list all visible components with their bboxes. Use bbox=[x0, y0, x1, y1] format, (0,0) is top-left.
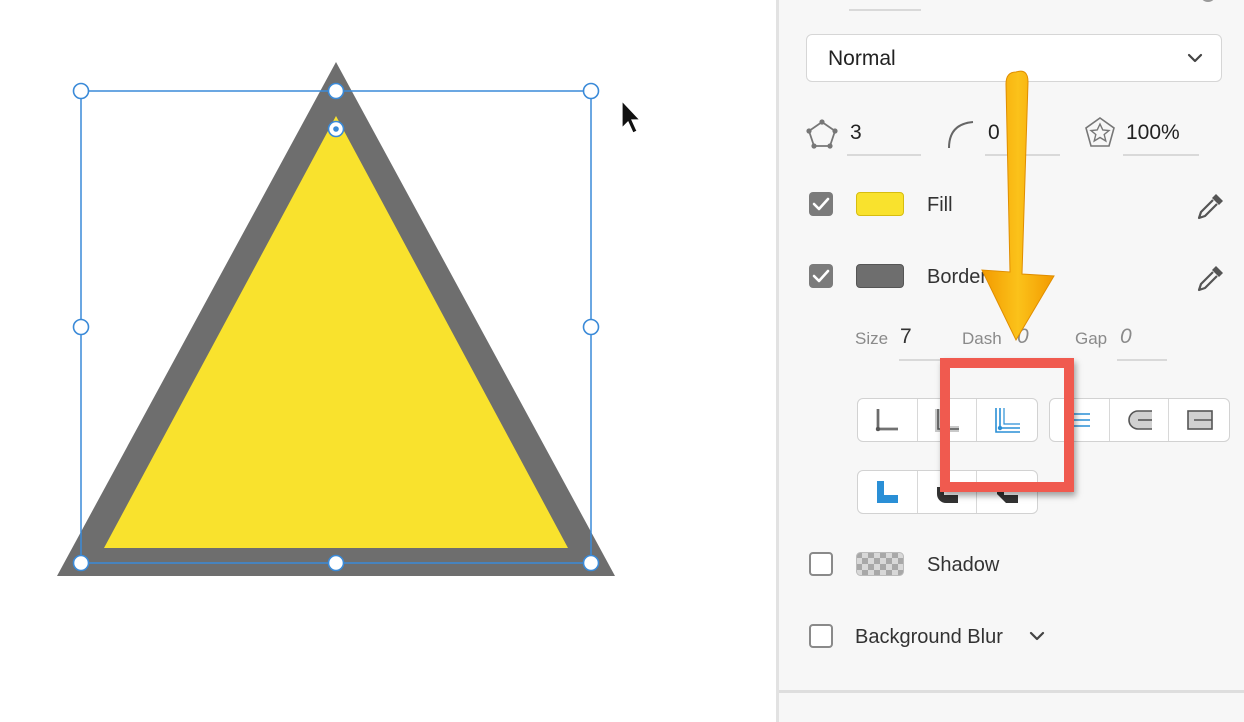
triangle-fill[interactable] bbox=[104, 116, 568, 548]
sides-underline bbox=[847, 154, 921, 156]
cap-square-button[interactable] bbox=[1169, 399, 1229, 441]
border-gap-input[interactable]: 0 bbox=[1120, 325, 1132, 349]
border-cap-control bbox=[1049, 398, 1230, 442]
corner-radius-handle-dot bbox=[333, 126, 339, 132]
checkmark-icon bbox=[812, 269, 830, 283]
border-color-swatch[interactable] bbox=[856, 264, 904, 288]
resize-handle-left[interactable] bbox=[72, 318, 90, 336]
annotation-arrow-icon bbox=[981, 70, 1055, 342]
annotation-highlight-box bbox=[940, 358, 1074, 492]
scroll-indicator-icon bbox=[1202, 0, 1214, 2]
fill-label: Fill bbox=[927, 194, 953, 216]
cap-square-icon bbox=[1187, 410, 1213, 430]
star-ratio-icon bbox=[1085, 117, 1115, 147]
border-gap-label: Gap bbox=[1075, 329, 1108, 348]
border-inside-icon bbox=[876, 409, 899, 432]
resize-handle-top-right[interactable] bbox=[582, 82, 600, 100]
background-blur-checkbox[interactable] bbox=[809, 624, 833, 648]
border-size-label: Size bbox=[855, 329, 889, 348]
shadow-swatch-checker-icon[interactable] bbox=[856, 552, 904, 576]
checkmark-icon bbox=[812, 197, 830, 211]
eyedropper-icon[interactable] bbox=[1195, 190, 1227, 222]
border-checkbox[interactable] bbox=[809, 264, 833, 288]
cap-round-icon bbox=[1128, 410, 1152, 430]
eyedropper-icon[interactable] bbox=[1195, 262, 1227, 294]
resize-handle-top[interactable] bbox=[327, 82, 345, 100]
design-canvas[interactable] bbox=[0, 0, 778, 722]
join-miter-button[interactable] bbox=[858, 471, 918, 513]
border-size-input[interactable]: 7 bbox=[900, 325, 912, 349]
fill-color-swatch[interactable] bbox=[856, 192, 904, 216]
cap-round-button[interactable] bbox=[1110, 399, 1170, 441]
resize-handle-bottom-left[interactable] bbox=[72, 554, 90, 572]
field-underline-top bbox=[849, 9, 921, 11]
chevron-down-icon[interactable] bbox=[1029, 630, 1045, 642]
star-ratio-input[interactable]: 100% bbox=[1126, 121, 1180, 145]
fill-checkbox[interactable] bbox=[809, 192, 833, 216]
mouse-cursor-icon bbox=[621, 99, 642, 134]
star-underline bbox=[1123, 154, 1199, 156]
background-blur-label: Background Blur bbox=[855, 626, 1003, 648]
shadow-checkbox[interactable] bbox=[809, 552, 833, 576]
polygon-sides-icon bbox=[806, 119, 838, 149]
blend-mode-value: Normal bbox=[828, 47, 896, 70]
resize-handle-right[interactable] bbox=[582, 318, 600, 336]
corner-radius-icon bbox=[948, 121, 974, 149]
border-inside-button[interactable] bbox=[858, 399, 918, 441]
canvas-artwork bbox=[57, 62, 642, 576]
panel-divider bbox=[779, 690, 1244, 693]
polygon-sides-input[interactable]: 3 bbox=[850, 121, 862, 145]
join-miter-icon bbox=[877, 481, 899, 503]
gap-underline bbox=[1117, 359, 1167, 361]
resize-handle-bottom-right[interactable] bbox=[582, 554, 600, 572]
resize-handle-top-left[interactable] bbox=[72, 82, 90, 100]
shadow-label: Shadow bbox=[927, 554, 1000, 576]
resize-handle-bottom[interactable] bbox=[327, 554, 345, 572]
chevron-down-icon bbox=[1187, 53, 1203, 63]
